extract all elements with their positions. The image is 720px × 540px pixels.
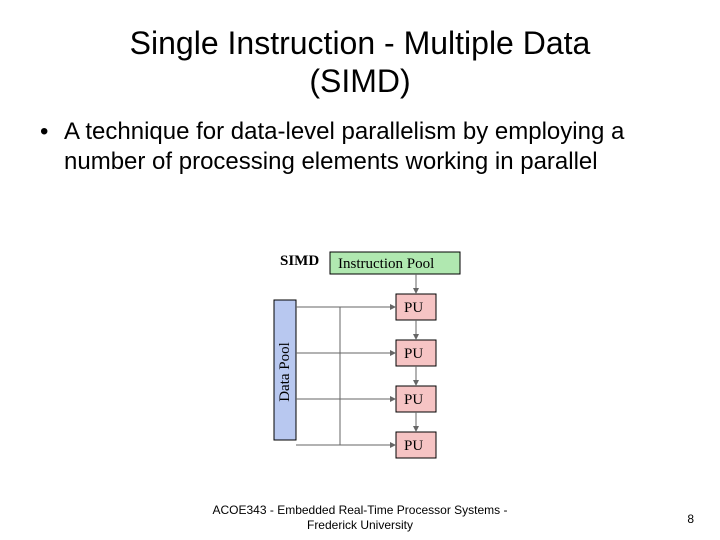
instruction-pool-label: Instruction Pool: [338, 256, 434, 272]
title-line1: Single Instruction - Multiple Data: [130, 25, 591, 61]
simd-diagram: SIMD Instruction Pool Data Pool PU PU PU: [210, 250, 510, 480]
slide-title: Single Instruction - Multiple Data (SIMD…: [0, 0, 720, 109]
title-line2: (SIMD): [309, 63, 410, 99]
page-number: 8: [687, 512, 694, 526]
slide: Single Instruction - Multiple Data (SIMD…: [0, 0, 720, 540]
pu-label: PU: [404, 438, 423, 454]
pu-row-2: PU: [396, 340, 436, 366]
pu-label: PU: [404, 300, 423, 316]
pu-row-1: PU: [396, 294, 436, 320]
diagram-svg: SIMD Instruction Pool Data Pool PU PU PU: [210, 250, 510, 480]
bullet-item: • A technique for data-level parallelism…: [40, 117, 680, 177]
data-pool-label: Data Pool: [277, 342, 293, 402]
pu-row-3: PU: [396, 386, 436, 412]
bullet-area: • A technique for data-level parallelism…: [0, 109, 720, 177]
bullet-text: A technique for data-level parallelism b…: [64, 117, 680, 177]
simd-label: SIMD: [280, 253, 319, 269]
footer-line2: Frederick University: [307, 518, 413, 532]
pu-row-4: PU: [396, 432, 436, 458]
bullet-dot-icon: •: [40, 117, 64, 147]
footer-line1: ACOE343 - Embedded Real-Time Processor S…: [213, 503, 508, 517]
pu-label: PU: [404, 392, 423, 408]
slide-footer: ACOE343 - Embedded Real-Time Processor S…: [160, 503, 560, 532]
pu-label: PU: [404, 346, 423, 362]
